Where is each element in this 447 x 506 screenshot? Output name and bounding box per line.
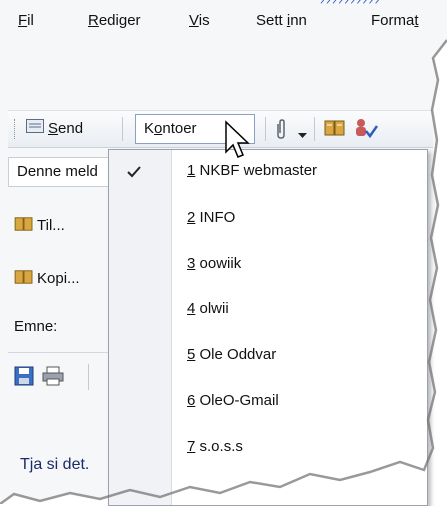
send-button[interactable]: Send (26, 117, 83, 141)
kontoer-rest: ntoer (162, 120, 197, 137)
address-book-icon (14, 269, 34, 289)
divider (8, 352, 108, 353)
envelope-send-icon (26, 117, 44, 141)
menu-item-label: oowiik (195, 255, 242, 272)
cc-label: Kopi... (37, 269, 80, 287)
toolbar-separator (265, 117, 266, 141)
menu-item-account-1[interactable]: 1 NKBF webmaster (187, 162, 317, 179)
menu-item-label: INFO (195, 209, 236, 226)
menu-format[interactable]: Format (371, 12, 419, 29)
menu-bar: ᐟᐟᐟᐟᐟᐟᐟᐟᐟᐟ Fil Rediger Vis Sett inn Form… (0, 0, 447, 44)
menu-item-label: Ole Oddvar (195, 346, 277, 363)
subject-label-text: Emne: (14, 318, 58, 335)
menu-item-account-4[interactable]: 4 olwii (187, 300, 229, 317)
kontoer-label: Kontoer (144, 118, 197, 140)
to-button[interactable]: Til... (14, 216, 65, 236)
menu-item-account-2[interactable]: 2 INFO (187, 209, 235, 226)
paperclip-icon[interactable] (275, 118, 287, 143)
address-book-icon[interactable] (324, 119, 346, 140)
toolbar-grip[interactable] (14, 119, 18, 139)
menu-sett-inn-pre: Sett (256, 12, 287, 29)
menu-format-pre: Forma (371, 12, 415, 29)
menu-vis-mnemonic: V (189, 12, 199, 29)
menu-fil[interactable]: Fil (18, 12, 34, 29)
menu-fil-rest: il (27, 12, 34, 29)
account-field[interactable]: Denne meld (8, 157, 108, 187)
menu-rediger-rest: ediger (98, 12, 141, 29)
menu-gutter (109, 150, 172, 505)
menu-item-label: OleO-Gmail (195, 392, 279, 409)
message-body-text[interactable]: Tja si det. (20, 456, 89, 474)
check-names-icon[interactable] (353, 117, 379, 142)
address-book-icon (14, 216, 34, 236)
menu-fil-mnemonic: F (18, 12, 28, 29)
printer-icon[interactable] (42, 366, 64, 389)
subject-label: Emne: (14, 318, 57, 335)
account-field-value: Denne meld (17, 163, 98, 180)
menu-item-label: s.o.s.s (195, 438, 243, 455)
menu-rediger-mnemonic: R (88, 12, 99, 29)
menu-item-label: olwii (195, 300, 229, 317)
menu-item-label: NKBF webmaster (195, 162, 318, 179)
toolbar-separator (88, 364, 89, 390)
title-fragment: ᐟᐟᐟᐟᐟᐟᐟᐟᐟᐟ (320, 0, 381, 8)
menu-item-account-5[interactable]: 5 Ole Oddvar (187, 346, 276, 363)
menu-sett-inn-rest: nn (290, 12, 307, 29)
send-mnemonic: S (48, 120, 59, 137)
to-label: Til... (37, 216, 65, 234)
menu-rediger[interactable]: Rediger (88, 12, 141, 29)
menu-format-mnemonic: t (414, 12, 419, 29)
save-disk-icon[interactable] (14, 366, 34, 389)
menu-item-account-6[interactable]: 6 OleO-Gmail (187, 392, 279, 409)
menu-item-account-7[interactable]: 7 s.o.s.s (187, 438, 243, 455)
toolbar-separator (122, 117, 123, 141)
menu-vis-rest: is (198, 12, 210, 29)
cc-button[interactable]: Kopi... (14, 269, 80, 289)
account-dropdown-menu: 1 NKBF webmaster 2 INFO 3 oowiik 4 olwii… (108, 149, 428, 506)
mouse-pointer-icon (224, 120, 258, 164)
checkmark-icon (127, 162, 141, 183)
menu-sett-inn[interactable]: Sett inn (256, 12, 307, 29)
menu-item-account-3[interactable]: 3 oowiik (187, 255, 241, 272)
toolbar: Send Kontoer (8, 110, 433, 148)
kontoer-pre: K (144, 120, 155, 137)
send-rest: end (58, 120, 84, 137)
menu-vis[interactable]: Vis (189, 12, 210, 29)
attach-dropdown-icon[interactable] (298, 126, 307, 142)
toolbar-separator (314, 117, 315, 141)
